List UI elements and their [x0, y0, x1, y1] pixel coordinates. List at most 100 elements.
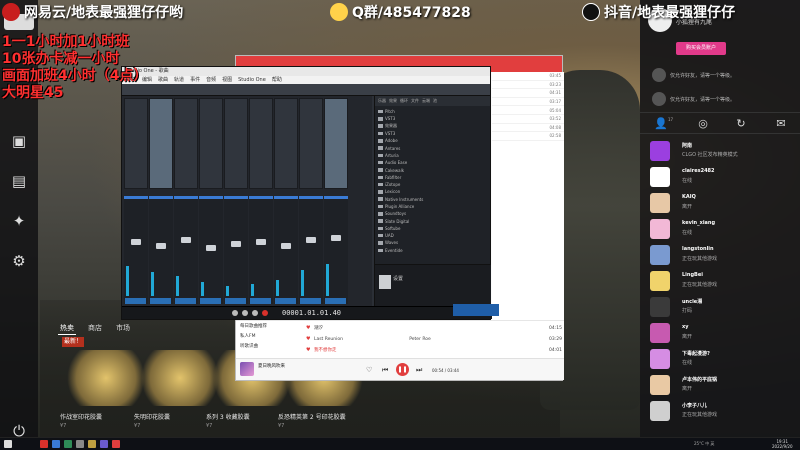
- friend-row[interactable]: langstonlin 正在玩其他游戏: [640, 241, 800, 267]
- list-item[interactable]: Lexicon: [378, 188, 488, 195]
- fader-handle[interactable]: [331, 235, 341, 241]
- fader-channel[interactable]: [149, 196, 173, 304]
- taskbar-clock[interactable]: 19:31 2022/9/20: [772, 439, 793, 449]
- list-item[interactable]: Softube: [378, 225, 488, 232]
- list-item[interactable]: Slate Digital: [378, 217, 488, 224]
- fader-handle[interactable]: [156, 243, 166, 249]
- fader-handle[interactable]: [256, 239, 266, 245]
- nav-daily[interactable]: 每日歌曲推荐: [236, 321, 304, 331]
- list-item[interactable]: VST3: [378, 115, 488, 122]
- friend-row[interactable]: xy 离开: [640, 319, 800, 345]
- list-item[interactable]: Arturia: [378, 152, 488, 159]
- record-icon[interactable]: [262, 310, 268, 316]
- settings-icon[interactable]: ⚙: [10, 252, 28, 270]
- browser-tab[interactable]: 文件: [411, 96, 419, 106]
- store-icon[interactable]: ▣: [10, 132, 28, 150]
- browser-tab[interactable]: 效果: [389, 96, 397, 106]
- list-item[interactable]: 05:04: [492, 106, 564, 115]
- fader-channel[interactable]: [249, 196, 273, 304]
- fader-channel[interactable]: [224, 196, 248, 304]
- buy-account-button[interactable]: 购买会员账户: [676, 42, 726, 55]
- list-item[interactable]: 04:31: [492, 89, 564, 98]
- play-pause-button[interactable]: ❚❚: [396, 363, 409, 376]
- mixer-channel[interactable]: [199, 98, 223, 189]
- album-cover[interactable]: [240, 362, 254, 376]
- taskbar-app-icon[interactable]: [112, 440, 120, 448]
- menu-help[interactable]: 帮助: [272, 76, 282, 84]
- tab-hot[interactable]: 热卖: [58, 322, 76, 335]
- mixer-channel[interactable]: [274, 98, 298, 189]
- list-item[interactable]: 02:58: [492, 132, 564, 141]
- friends-icon[interactable]: 👤: [654, 117, 668, 131]
- fader-channel[interactable]: [274, 196, 298, 304]
- fader-handle[interactable]: [306, 237, 316, 243]
- table-row[interactable]: ♥ 我不想你走 04:01: [306, 345, 562, 355]
- heart-icon[interactable]: ♥: [306, 325, 314, 331]
- table-row[interactable]: ♥ Last Reunion Peter Roe 03:29: [306, 334, 562, 344]
- fader-handle[interactable]: [131, 239, 141, 245]
- friend-row[interactable]: KAIQ 离开: [640, 189, 800, 215]
- fader-channel[interactable]: [324, 196, 348, 304]
- list-item[interactable]: VST3: [378, 130, 488, 137]
- heart-icon[interactable]: ♡: [366, 366, 372, 374]
- list-item[interactable]: Native Instruments: [378, 196, 488, 203]
- fader-handle[interactable]: [281, 243, 291, 249]
- list-item[interactable]: 03:52: [492, 115, 564, 124]
- friend-row[interactable]: kevin_xiang 在线: [640, 215, 800, 241]
- fader-channel[interactable]: [174, 196, 198, 304]
- list-item[interactable]: UAD: [378, 232, 488, 239]
- friend-row[interactable]: 卢本伟的平底锅 离开: [640, 371, 800, 397]
- weapon-icon[interactable]: ✦: [10, 212, 28, 230]
- taskbar-app-icon[interactable]: [88, 440, 96, 448]
- daw-toolbar[interactable]: [122, 84, 490, 96]
- friend-row[interactable]: 阿南 CLGO 社区发布精英模式: [640, 137, 800, 163]
- friend-row[interactable]: LingBei 正在玩其他游戏: [640, 267, 800, 293]
- list-item[interactable]: Waves: [378, 239, 488, 246]
- heart-icon[interactable]: ♥: [306, 336, 314, 342]
- list-item[interactable]: Soundtoys: [378, 210, 488, 217]
- browser-tab[interactable]: 乐器: [378, 96, 386, 106]
- mixer-channel[interactable]: [124, 98, 148, 189]
- list-item[interactable]: 效果器: [378, 123, 488, 130]
- taskbar-app-icon[interactable]: [100, 440, 108, 448]
- taskbar-app-icon[interactable]: [64, 440, 72, 448]
- menu-view[interactable]: 视图: [222, 76, 232, 84]
- list-item[interactable]: 03:17: [492, 98, 564, 107]
- fader-channel[interactable]: [199, 196, 223, 304]
- nav-fm[interactable]: 私人FM: [236, 331, 304, 341]
- mixer-channel[interactable]: [224, 98, 248, 189]
- list-item[interactable]: Cakewalk: [378, 166, 488, 173]
- nav-identify[interactable]: 听歌识曲: [236, 341, 304, 351]
- fader-handle[interactable]: [181, 237, 191, 243]
- heart-icon[interactable]: ♥: [306, 347, 314, 353]
- mixer-channel[interactable]: [249, 98, 273, 189]
- list-item[interactable]: Eventide: [378, 247, 488, 254]
- tab-shop[interactable]: 商店: [86, 322, 104, 335]
- list-item[interactable]: Antares: [378, 144, 488, 151]
- menu-studio-one[interactable]: Studio One: [238, 76, 266, 84]
- mixer-channel[interactable]: [174, 98, 198, 189]
- fader-handle[interactable]: [231, 241, 241, 247]
- tv-icon[interactable]: ▤: [10, 172, 28, 190]
- friend-row[interactable]: claires2482 在线: [640, 163, 800, 189]
- taskbar-app-icon[interactable]: [52, 440, 60, 448]
- windows-start-icon[interactable]: [4, 440, 12, 448]
- fader-handle[interactable]: [206, 245, 216, 251]
- next-icon[interactable]: ⏭: [416, 366, 422, 375]
- friend-row[interactable]: uncle湘 打码: [640, 293, 800, 319]
- list-item[interactable]: Adobe: [378, 137, 488, 144]
- list-item[interactable]: 04:08: [492, 124, 564, 133]
- fader-channel[interactable]: [299, 196, 323, 304]
- system-tray[interactable]: 25°C 中 英: [694, 441, 714, 447]
- play-icon[interactable]: [252, 310, 258, 316]
- list-item[interactable]: Pitch: [378, 108, 488, 115]
- taskbar-app-icon[interactable]: [76, 440, 84, 448]
- stop-icon[interactable]: [242, 310, 248, 316]
- prev-icon[interactable]: ⏮: [382, 366, 388, 375]
- friend-row[interactable]: 小李子八儿 正在玩其他游戏: [640, 397, 800, 423]
- list-item[interactable]: Audio Ease: [378, 159, 488, 166]
- menu-song[interactable]: 歌曲: [158, 76, 168, 84]
- daw-titlebar[interactable]: Studio One - 歌曲: [122, 67, 490, 76]
- table-row[interactable]: ♥ 潮汐 04:15: [306, 323, 562, 333]
- list-item[interactable]: 03:45: [492, 72, 564, 81]
